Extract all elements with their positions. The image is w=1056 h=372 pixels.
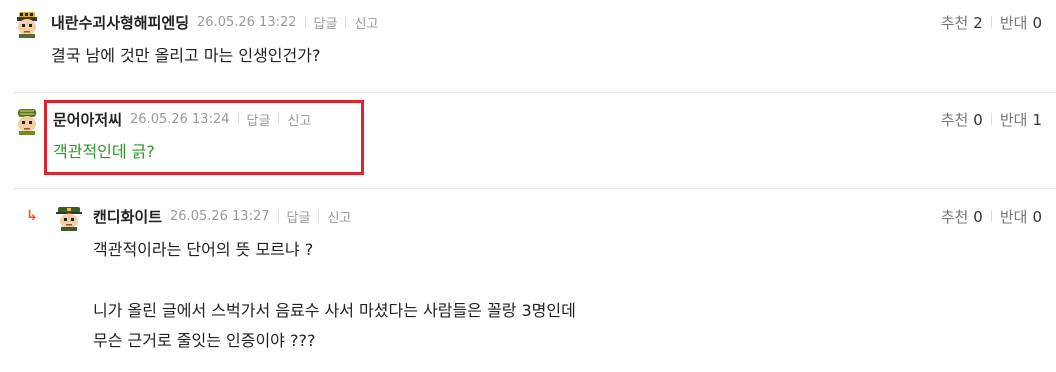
dislike-count: 0 — [1032, 13, 1042, 32]
comment-author[interactable]: 내란수괴사형해피엔딩 — [51, 12, 189, 33]
like-label: 추천 — [940, 13, 969, 32]
avatar[interactable] — [13, 107, 41, 135]
like-count: 0 — [973, 110, 983, 129]
highlight-box — [44, 100, 364, 175]
comment-author[interactable]: 캔디화이트 — [93, 206, 162, 227]
report-button[interactable]: 신고 — [354, 13, 378, 32]
dislike-button[interactable]: 반대 1 — [1000, 109, 1042, 130]
divider — [990, 16, 992, 28]
like-button[interactable]: 추천 2 — [941, 12, 983, 33]
avatar[interactable] — [13, 10, 41, 38]
like-label: 추천 — [940, 207, 969, 226]
like-button[interactable]: 추천 0 — [941, 206, 983, 227]
divider — [318, 210, 320, 222]
like-count: 0 — [973, 207, 983, 226]
divider — [304, 16, 306, 28]
comment-divider — [13, 188, 1056, 189]
vote-area: 추천 2 반대 0 — [941, 11, 1042, 33]
divider — [990, 113, 992, 125]
comment-date: 26.05.26 13:27 — [170, 208, 270, 224]
dislike-label: 반대 — [999, 13, 1028, 32]
comment-divider — [13, 92, 1056, 93]
reply-button[interactable]: 답글 — [287, 207, 311, 226]
dislike-label: 반대 — [999, 207, 1028, 226]
comment-text: 결국 남에 것만 올리고 마는 인생인건가? — [51, 46, 321, 65]
comment-text-line: 객관적이라는 단어의 뜻 모르냐 ? — [93, 240, 314, 259]
comment-text-line: 무슨 근거로 줄잇는 인증이야 ??? — [93, 331, 316, 350]
divider — [345, 16, 347, 28]
like-count: 2 — [973, 13, 983, 32]
dislike-count: 0 — [1032, 207, 1042, 226]
avatar[interactable] — [55, 203, 83, 231]
reply-button[interactable]: 답글 — [314, 13, 338, 32]
divider — [990, 210, 992, 222]
like-button[interactable]: 추천 0 — [941, 109, 983, 130]
dislike-button[interactable]: 반대 0 — [1000, 206, 1042, 227]
vote-area: 추천 0 반대 0 — [941, 205, 1042, 227]
dislike-button[interactable]: 반대 0 — [1000, 12, 1042, 33]
reply-arrow-icon: ↳ — [26, 208, 38, 224]
dislike-count: 1 — [1032, 110, 1042, 129]
comment-date: 26.05.26 13:22 — [197, 14, 297, 30]
divider — [277, 210, 279, 222]
like-label: 추천 — [940, 110, 969, 129]
comment-text-line: 니가 올린 글에서 스벅가서 음료수 사서 마셨다는 사람들은 꼴랑 3명인데 — [93, 301, 576, 320]
vote-area: 추천 0 반대 1 — [941, 108, 1042, 130]
report-button[interactable]: 신고 — [327, 207, 351, 226]
dislike-label: 반대 — [999, 110, 1028, 129]
